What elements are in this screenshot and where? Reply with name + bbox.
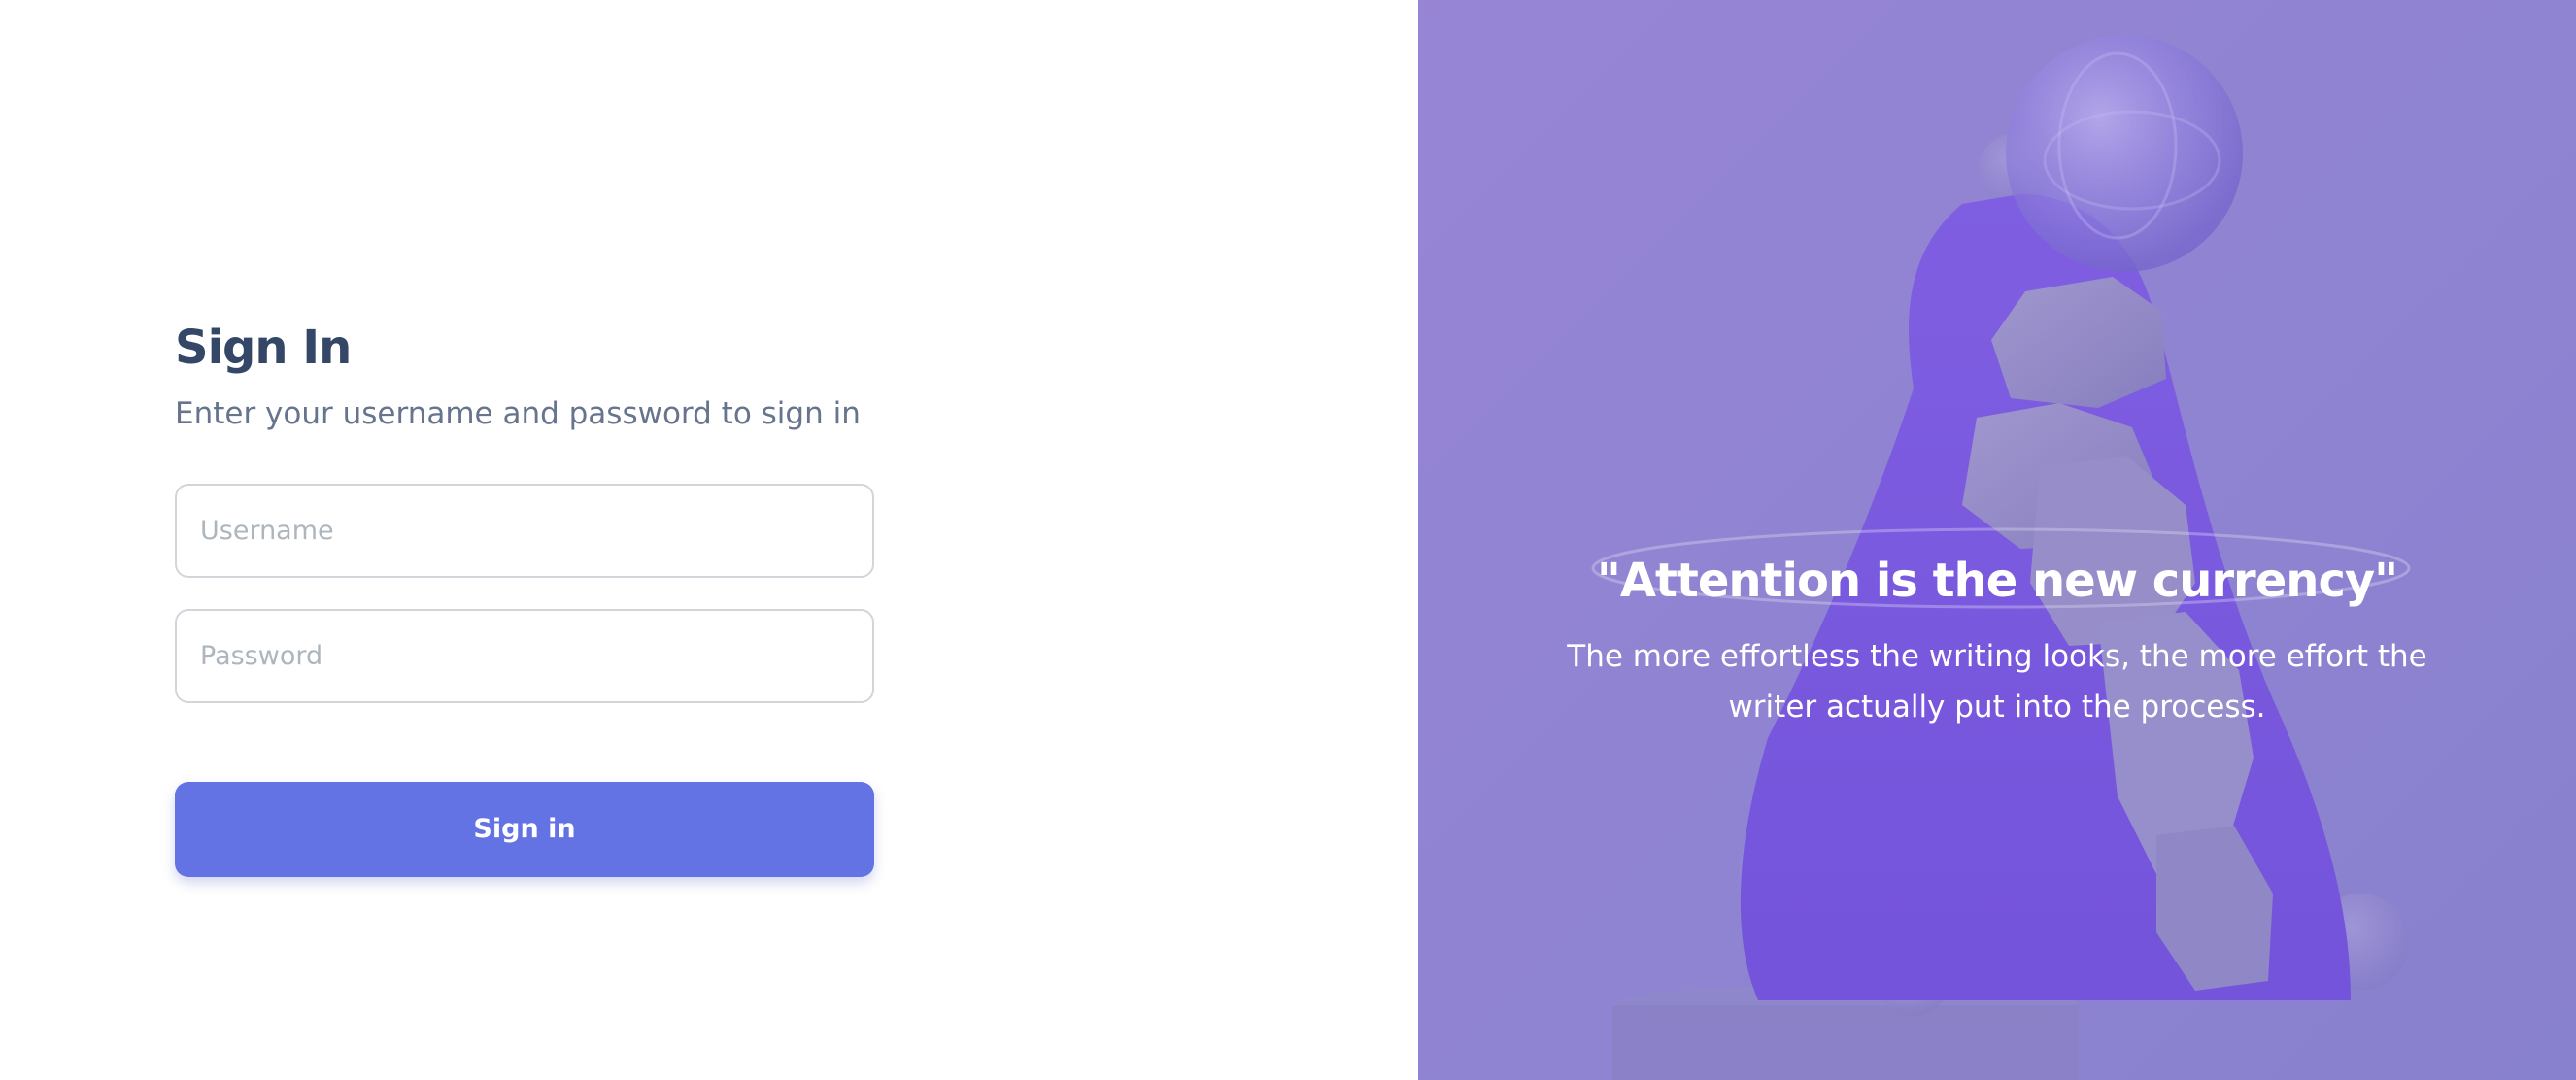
hero-illustration [1418, 0, 2576, 1080]
page-subtitle: Enter your username and password to sign… [175, 395, 861, 431]
hero-panel: "Attention is the new currency" The more… [1418, 0, 2576, 1080]
sign-in-button[interactable]: Sign in [175, 781, 874, 877]
hero-text: The more effortless the writing looks, t… [1567, 638, 2427, 726]
password-input[interactable] [175, 608, 874, 703]
sign-in-panel: Sign In Enter your username and password… [0, 0, 1418, 1080]
page-title: Sign In [175, 321, 352, 375]
hero-quote-block: "Attention is the new currency" The more… [1418, 554, 2576, 733]
sign-in-form: Sign In Enter your username and password… [175, 321, 874, 877]
sign-in-page: Sign In Enter your username and password… [0, 0, 2576, 1080]
username-input[interactable] [175, 483, 874, 578]
hero-quote: "Attention is the new currency" [1596, 554, 2398, 608]
